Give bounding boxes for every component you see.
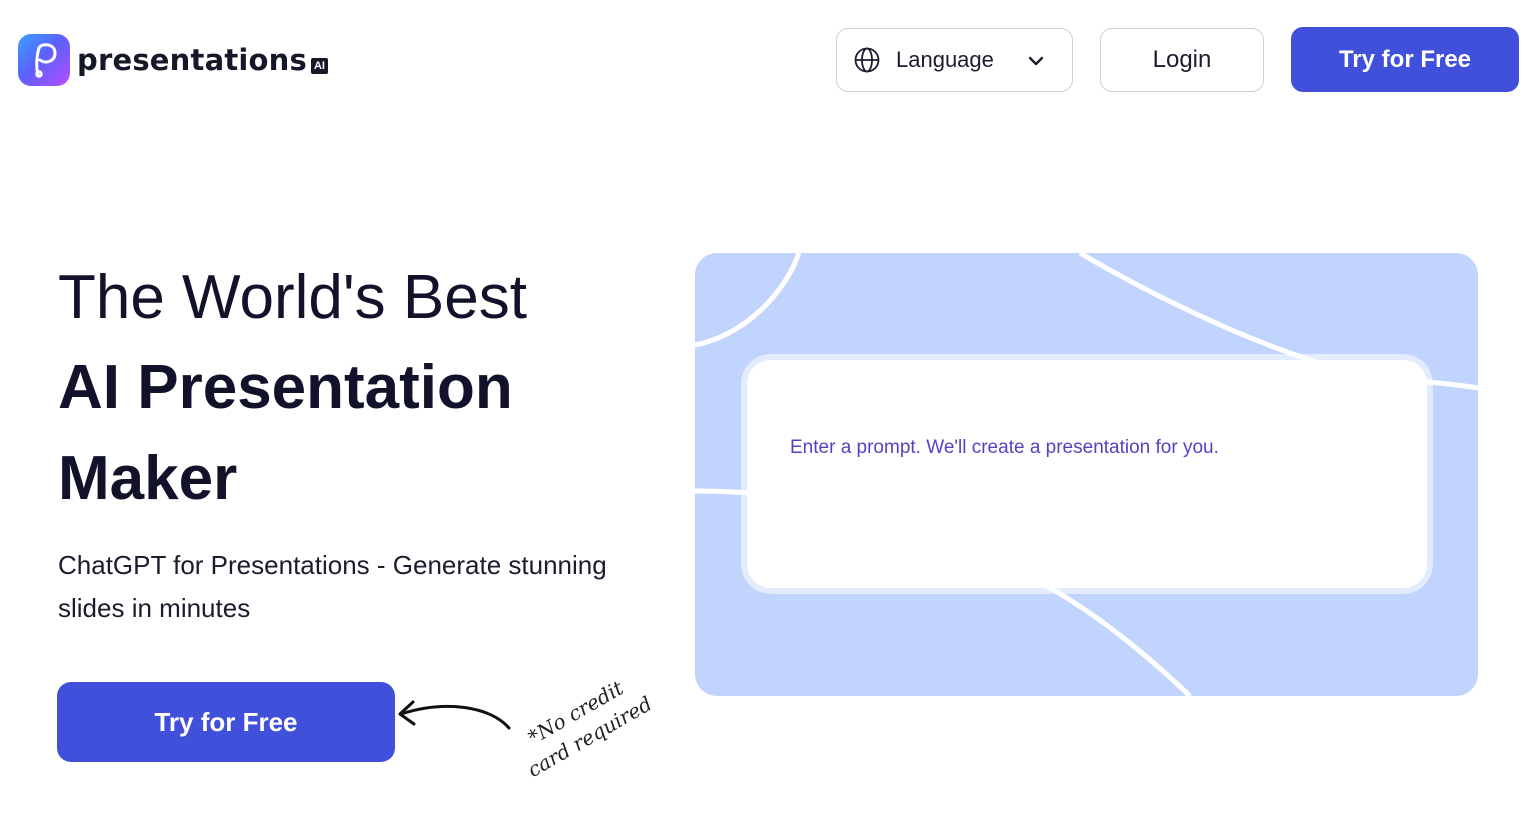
hero-title-line3: Maker (58, 444, 238, 513)
landing-page: presentations AI Language Login Try for … (0, 0, 1527, 814)
globe-icon (854, 47, 880, 73)
try-for-free-header-button[interactable]: Try for Free (1291, 27, 1519, 92)
hero-title-line1: The World's Best (58, 263, 527, 332)
language-selector[interactable]: Language (836, 28, 1073, 92)
prompt-placeholder: Enter a prompt. We'll create a presentat… (790, 437, 1219, 458)
chevron-down-icon (1028, 56, 1044, 66)
brand-logo[interactable]: presentations AI (18, 34, 328, 86)
hero-subtitle: ChatGPT for Presentations - Generate stu… (58, 550, 607, 623)
hero-title-line2: AI Presentation (58, 353, 513, 422)
prompt-card: Enter a prompt. We'll create a presentat… (695, 253, 1478, 696)
prompt-input[interactable]: Enter a prompt. We'll create a presentat… (747, 360, 1427, 588)
presentations-logo-icon (18, 34, 70, 86)
no-credit-card-note: *No credit card required (498, 648, 656, 782)
language-label: Language (896, 47, 994, 72)
brand-name: presentations (77, 43, 307, 77)
try-for-free-hero-button[interactable]: Try for Free (57, 682, 395, 762)
curved-arrow-icon (398, 700, 511, 730)
brand-badge: AI (310, 58, 328, 74)
login-button[interactable]: Login (1100, 28, 1264, 92)
